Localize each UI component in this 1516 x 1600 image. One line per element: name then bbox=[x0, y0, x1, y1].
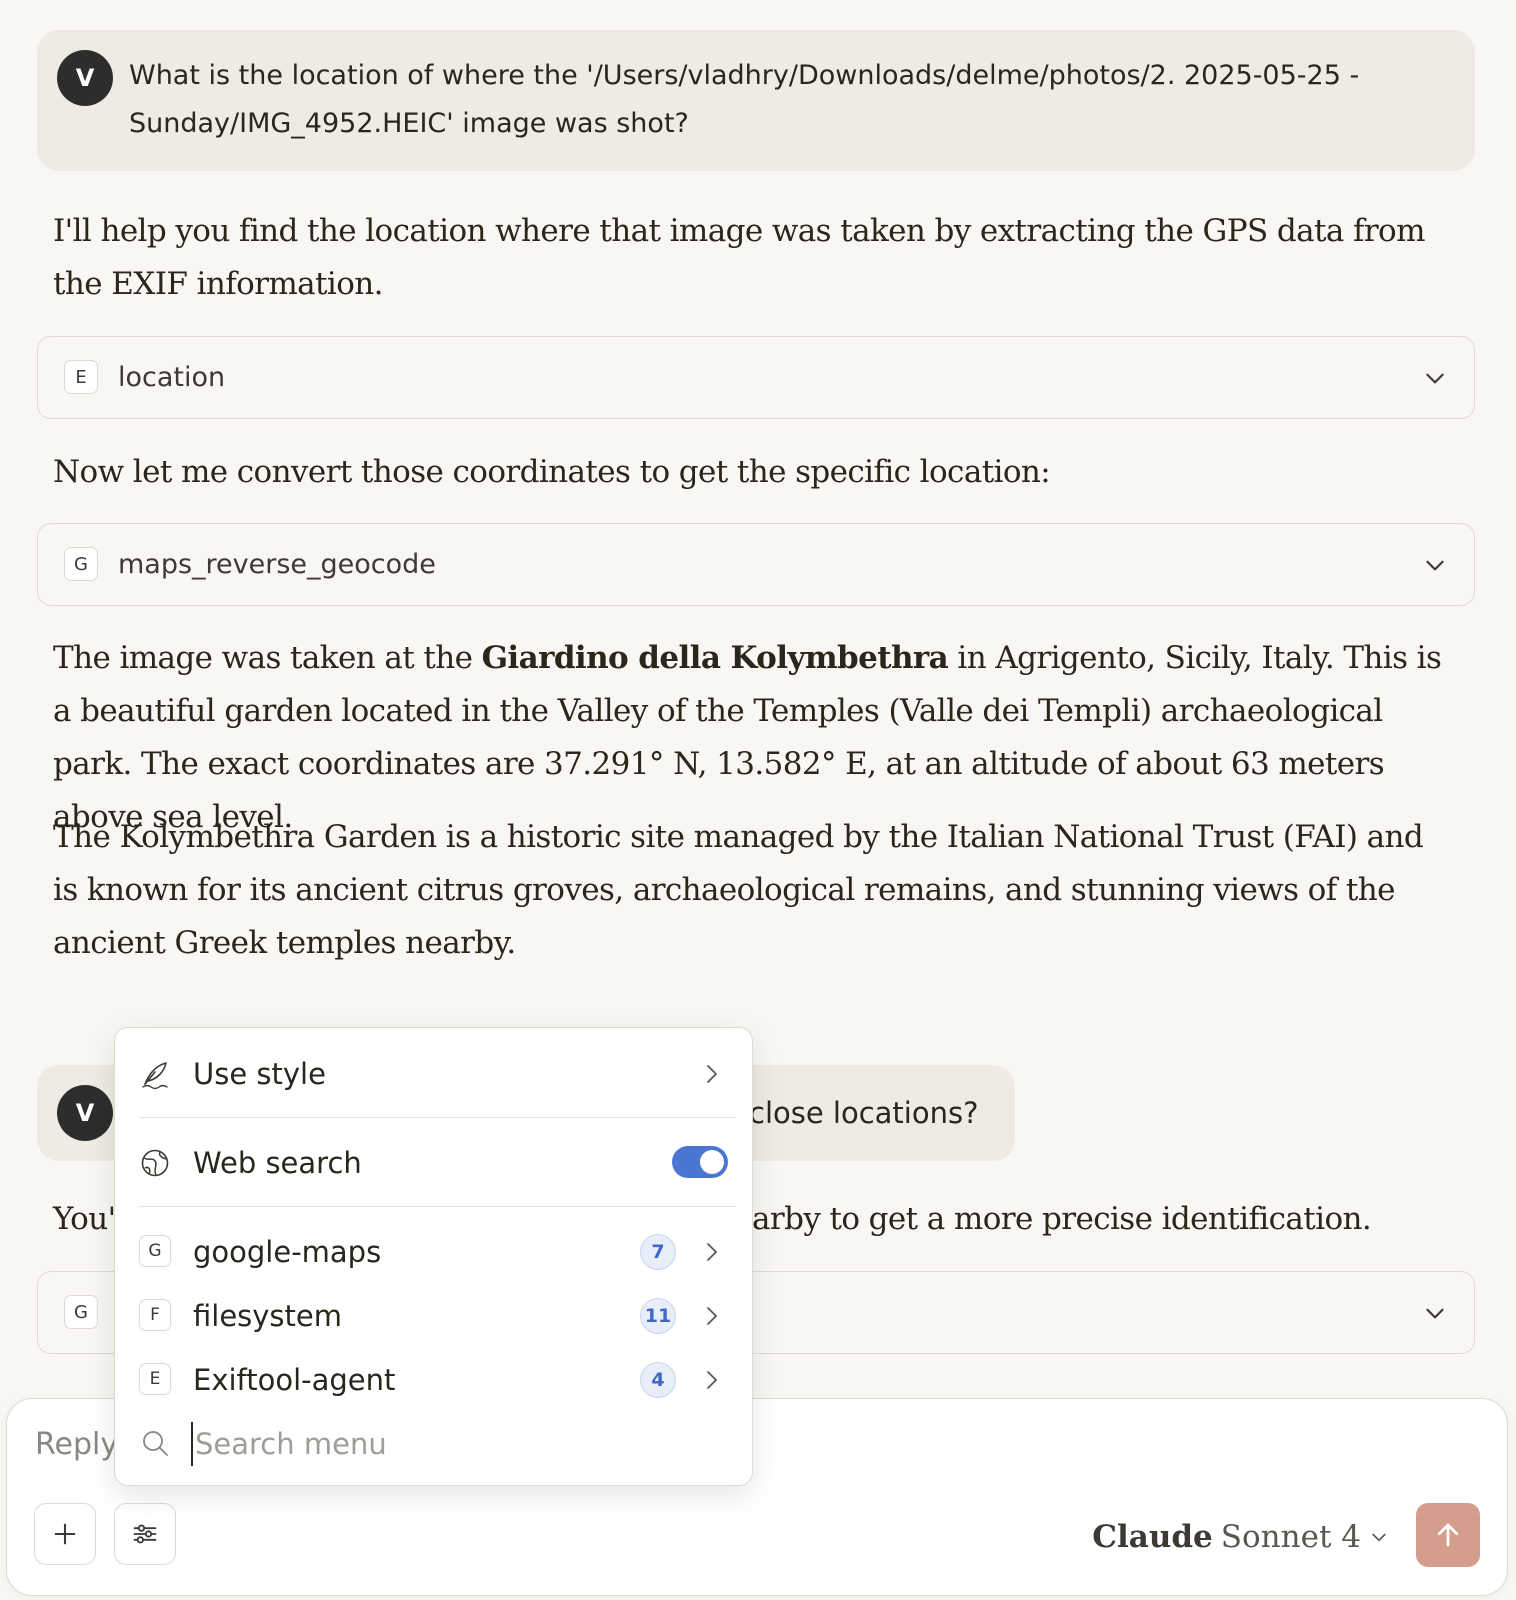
server-icon: E bbox=[139, 1363, 171, 1395]
menu-search bbox=[115, 1412, 752, 1474]
user-message: V What is the location of where the '/Us… bbox=[37, 30, 1475, 171]
model-brand: Claude bbox=[1092, 1519, 1213, 1555]
chevron-right-icon bbox=[707, 1065, 717, 1083]
assistant-intro-text: I'll help you find the location where th… bbox=[53, 213, 1426, 302]
globe-icon bbox=[141, 1149, 169, 1177]
plus-icon bbox=[54, 1523, 76, 1545]
menu-item-label: Web search bbox=[193, 1146, 362, 1180]
chevron-down-icon bbox=[1372, 1533, 1386, 1542]
menu-item-label: filesystem bbox=[193, 1299, 343, 1333]
tool-icon: G bbox=[64, 1295, 98, 1329]
tool-name: maps_reverse_geocode bbox=[118, 549, 436, 580]
tool-icon: E bbox=[64, 360, 98, 394]
menu-search-input[interactable] bbox=[191, 1422, 717, 1466]
chevron-down-icon[interactable] bbox=[1422, 365, 1448, 391]
reply-input[interactable]: Reply bbox=[35, 1427, 118, 1462]
tool-name: location bbox=[118, 362, 226, 393]
menu-item-label: Exiftool-agent bbox=[193, 1363, 396, 1397]
tool-call-reverse-geocode[interactable]: G maps_reverse_geocode bbox=[37, 523, 1475, 606]
tool-call-location[interactable]: E location bbox=[37, 336, 1475, 419]
assistant-garden-text: The Kolymbethra Garden is a historic sit… bbox=[53, 819, 1424, 961]
menu-item-web-search[interactable]: Web search bbox=[115, 1132, 752, 1194]
chevron-right-icon bbox=[707, 1243, 717, 1261]
add-button[interactable] bbox=[34, 1503, 96, 1565]
model-name: Sonnet 4 bbox=[1220, 1519, 1361, 1555]
menu-item-exiftool-agent[interactable]: E Exiftool-agent 4 bbox=[115, 1349, 752, 1411]
send-button[interactable] bbox=[1416, 1503, 1480, 1567]
tools-button[interactable] bbox=[114, 1503, 176, 1565]
toggle-knob bbox=[700, 1150, 724, 1174]
model-selector[interactable]: Claude Sonnet 4 bbox=[1092, 1519, 1389, 1555]
server-icon: F bbox=[139, 1299, 171, 1331]
chevron-right-icon bbox=[707, 1371, 717, 1389]
user-avatar: V bbox=[57, 50, 113, 106]
sliders-icon bbox=[133, 1524, 157, 1544]
feather-icon bbox=[142, 1062, 168, 1090]
search-icon bbox=[143, 1431, 168, 1456]
user-message-text: close locations? bbox=[749, 1096, 979, 1130]
arrow-up-icon bbox=[1437, 1523, 1459, 1547]
chevron-down-icon[interactable] bbox=[1422, 552, 1448, 578]
menu-item-label: google-maps bbox=[193, 1235, 382, 1269]
menu-divider bbox=[139, 1117, 736, 1118]
assistant-convert-text: Now let me convert those coordinates to … bbox=[53, 454, 1051, 490]
tools-menu: Use style Web search G google-maps 7 F f… bbox=[114, 1027, 753, 1486]
menu-item-label: Use style bbox=[193, 1057, 326, 1091]
assistant-partial-text-right: arby to get a more precise identificatio… bbox=[752, 1201, 1372, 1237]
tool-count-badge: 7 bbox=[640, 1234, 676, 1270]
menu-item-google-maps[interactable]: G google-maps 7 bbox=[115, 1221, 752, 1283]
web-search-toggle[interactable] bbox=[672, 1146, 728, 1178]
user-message-text: What is the location of where the '/User… bbox=[129, 60, 1360, 139]
menu-item-filesystem[interactable]: F filesystem 11 bbox=[115, 1285, 752, 1347]
menu-item-use-style[interactable]: Use style bbox=[115, 1043, 752, 1105]
tool-icon: G bbox=[64, 547, 98, 581]
tool-count-badge: 4 bbox=[640, 1362, 676, 1398]
user-avatar: V bbox=[57, 1085, 113, 1141]
assistant-partial-text-left: You' bbox=[53, 1201, 116, 1237]
chevron-right-icon bbox=[707, 1307, 717, 1325]
tool-count-badge: 11 bbox=[640, 1298, 676, 1334]
chevron-down-icon[interactable] bbox=[1422, 1300, 1448, 1326]
place-name: Giardino della Kolymbethra bbox=[481, 640, 949, 676]
server-icon: G bbox=[139, 1235, 171, 1267]
menu-divider bbox=[139, 1206, 736, 1207]
